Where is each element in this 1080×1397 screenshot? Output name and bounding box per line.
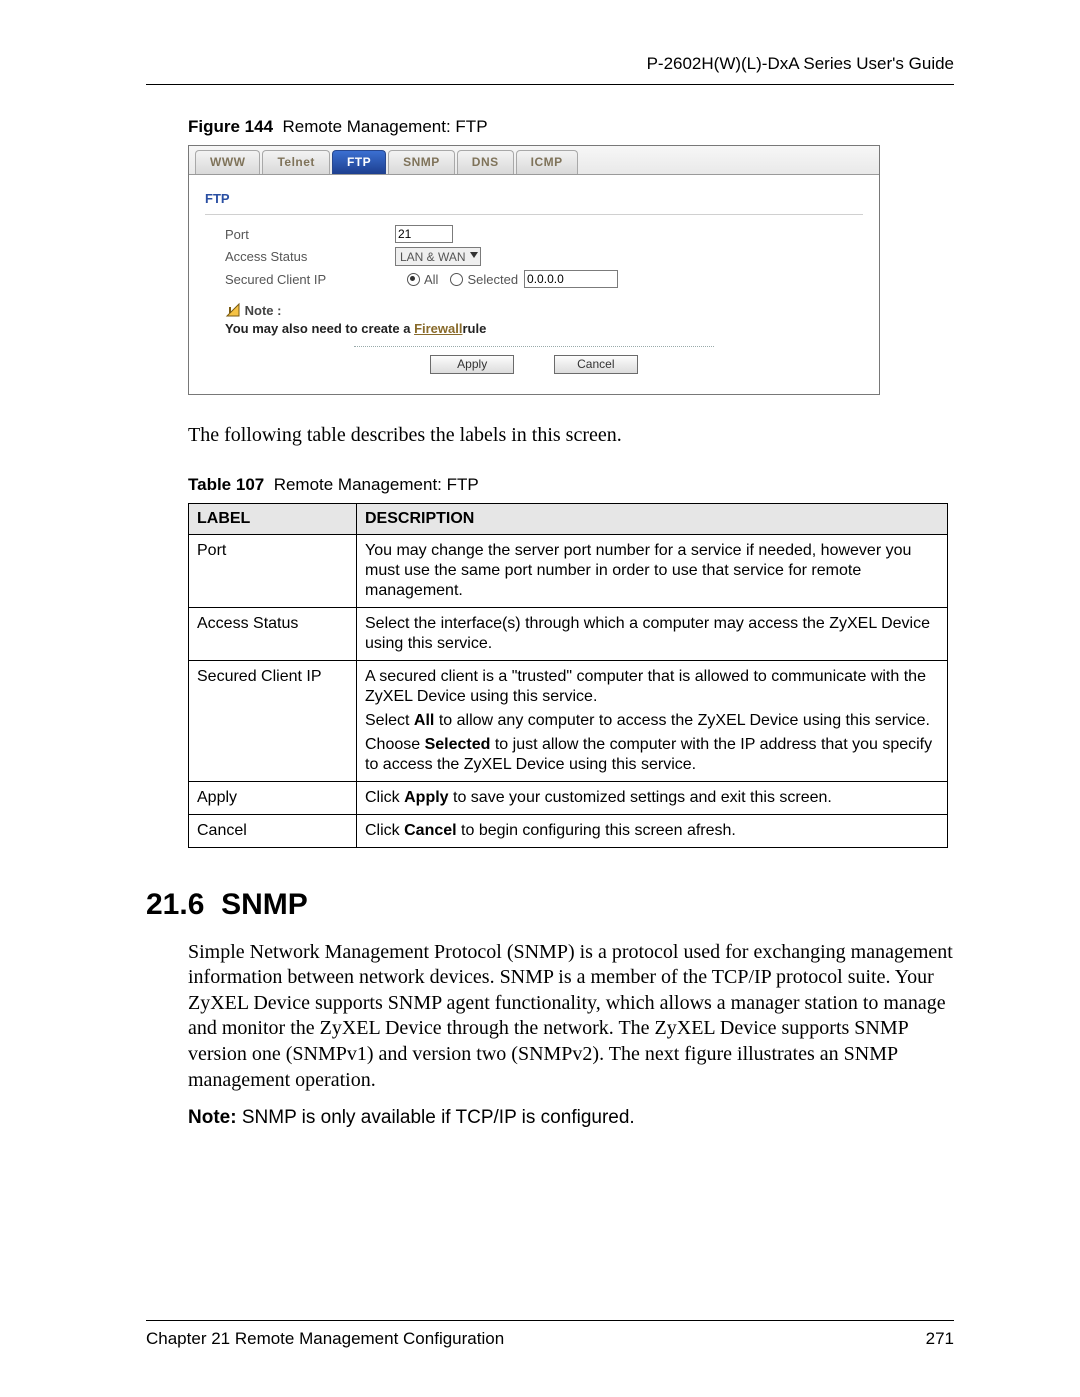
table-caption: Table 107 Remote Management: FTP [188,475,954,495]
table-row: Apply Click Apply to save your customize… [189,781,948,814]
cell-desc: A secured client is a "trusted" computer… [357,660,948,781]
running-header: P-2602H(W)(L)-DxA Series User's Guide [146,54,954,74]
note-message: You may also need to create a Firewallru… [225,321,486,336]
secured-client-ip-label: Secured Client IP [225,272,395,287]
row-secured-client-ip: Secured Client IP All Selected [225,270,863,288]
cell-label: Cancel [189,814,357,847]
secured-ip-input[interactable] [524,270,618,288]
tab-ftp[interactable]: FTP [332,150,386,174]
footer-page-number: 271 [926,1329,954,1349]
dotted-separator [354,346,714,347]
apply-button[interactable]: Apply [430,355,514,374]
cell-label: Apply [189,781,357,814]
note-icon [225,302,241,321]
radio-all-label: All [424,272,438,287]
port-input[interactable] [395,225,453,243]
table-header-row: LABEL DESCRIPTION [189,503,948,534]
tab-dns[interactable]: DNS [457,150,514,174]
table-row: Port You may change the server port numb… [189,534,948,607]
section-number: 21.6 [146,888,204,921]
cell-desc: Click Apply to save your customized sett… [357,781,948,814]
desc-para: Choose Selected to just allow the comput… [365,735,939,775]
tab-www[interactable]: WWW [195,150,260,174]
note-msg-post: rule [462,321,486,336]
panel-divider [205,214,863,215]
firewall-link[interactable]: Firewall [414,321,462,336]
button-bar: Apply Cancel [205,346,863,374]
tab-snmp[interactable]: SNMP [388,150,455,174]
header-rule [146,84,954,85]
port-label: Port [225,227,395,242]
panel-section-title: FTP [205,191,863,206]
section-body: Simple Network Management Protocol (SNMP… [188,940,954,1094]
section-title: SNMP [221,888,308,921]
tab-bar: WWW Telnet FTP SNMP DNS ICMP [189,146,879,175]
cell-desc: You may change the server port number fo… [357,534,948,607]
intro-paragraph: The following table describes the labels… [188,423,954,449]
note-label: Note : [245,303,282,318]
description-table: LABEL DESCRIPTION Port You may change th… [188,503,948,848]
cell-label: Access Status [189,607,357,660]
table-row: Secured Client IP A secured client is a … [189,660,948,781]
figure-caption: Figure 144 Remote Management: FTP [188,117,954,137]
radio-all[interactable] [407,273,420,286]
access-status-label: Access Status [225,249,395,264]
section-note-label: Note: [188,1107,237,1128]
figure-label: Figure 144 [188,117,273,136]
radio-selected[interactable] [450,273,463,286]
cancel-button[interactable]: Cancel [554,355,638,374]
router-screenshot: WWW Telnet FTP SNMP DNS ICMP FTP Port Ac… [188,145,880,395]
cell-label: Port [189,534,357,607]
cell-desc: Select the interface(s) through which a … [357,607,948,660]
desc-para: A secured client is a "trusted" computer… [365,667,939,707]
tab-telnet[interactable]: Telnet [262,150,329,174]
table-title: Remote Management: FTP [274,475,479,494]
th-description: DESCRIPTION [357,503,948,534]
cell-desc: Click Cancel to begin configuring this s… [357,814,948,847]
table-row: Cancel Click Cancel to begin configuring… [189,814,948,847]
th-label: LABEL [189,503,357,534]
table-label: Table 107 [188,475,264,494]
section-note-text: SNMP is only available if TCP/IP is conf… [237,1107,635,1128]
footer-rule [146,1320,954,1321]
access-status-select[interactable]: LAN & WAN [395,247,481,266]
section-heading: 21.6 SNMP [146,888,954,922]
figure-title: Remote Management: FTP [283,117,488,136]
row-port: Port [225,225,863,243]
note-block: Note : You may also need to create a Fir… [225,302,863,336]
page-footer: Chapter 21 Remote Management Configurati… [146,1320,954,1349]
note-msg-pre: You may also need to create a [225,321,414,336]
section-note: Note: SNMP is only available if TCP/IP i… [188,1107,954,1129]
row-access-status: Access Status LAN & WAN [225,247,863,266]
tab-icmp[interactable]: ICMP [516,150,578,174]
radio-selected-label: Selected [467,272,518,287]
cell-label: Secured Client IP [189,660,357,781]
footer-chapter: Chapter 21 Remote Management Configurati… [146,1329,504,1349]
desc-para: Select All to allow any computer to acce… [365,711,939,731]
ftp-panel: FTP Port Access Status LAN & WAN Secured… [189,175,879,394]
table-row: Access Status Select the interface(s) th… [189,607,948,660]
